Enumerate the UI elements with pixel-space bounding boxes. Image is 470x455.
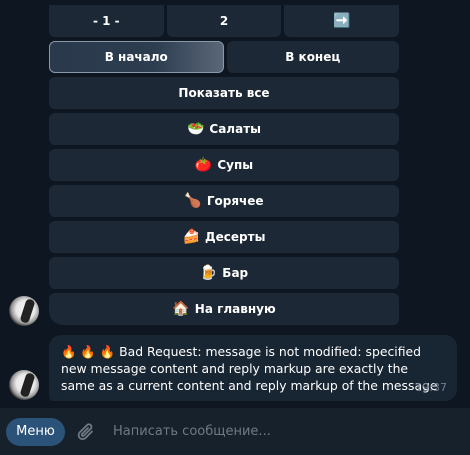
message-input[interactable]: Написать сообщение...	[113, 424, 470, 439]
soups-label: Супы	[217, 158, 254, 172]
keyboard-row-bar: 🍺 Бар	[49, 257, 399, 289]
desserts-label: Десерты	[204, 230, 266, 244]
show-all-button[interactable]: Показать все	[49, 77, 399, 109]
arrow-right-icon: ➡️	[332, 13, 351, 29]
desserts-button[interactable]: 🍰 Десерты	[49, 221, 399, 253]
go-end-label: В конец	[285, 50, 341, 64]
chat-area: - 1 - 2 ➡️ В начало В конец Показать все…	[0, 0, 470, 408]
hot-dishes-label: Горячее	[206, 194, 264, 208]
soups-button[interactable]: 🍅 Супы	[49, 149, 399, 181]
page-prev-button[interactable]: - 1 -	[49, 5, 164, 37]
tomato-icon: 🍅	[194, 157, 213, 173]
bar-label: Бар	[222, 266, 249, 280]
keyboard-row-desserts: 🍰 Десерты	[49, 221, 399, 253]
page-next-button[interactable]: ➡️	[284, 5, 400, 37]
keyboard-row-home: 🏠 На главную	[49, 293, 399, 325]
cake-icon: 🍰	[182, 229, 200, 245]
go-end-button[interactable]: В конец	[226, 41, 399, 73]
show-all-label: Показать все	[178, 86, 270, 100]
bot-avatar[interactable]	[9, 370, 39, 400]
salads-button[interactable]: 🥗 Салаты	[49, 113, 399, 145]
menu-button[interactable]: Меню	[6, 417, 65, 446]
menu-button-label: Меню	[16, 424, 55, 439]
hot-dishes-button[interactable]: 🍗 Горячее	[49, 185, 399, 217]
house-icon: 🏠	[172, 301, 190, 317]
salad-icon: 🥗	[186, 121, 205, 137]
go-start-label: В начало	[104, 50, 168, 64]
message-input-placeholder: Написать сообщение...	[113, 424, 271, 439]
keyboard-row-show-all: Показать все	[49, 77, 399, 109]
home-button[interactable]: 🏠 На главную	[49, 293, 399, 325]
beer-icon: 🍺	[199, 265, 218, 281]
message-time: 19:37	[415, 381, 447, 394]
page-current-label: 2	[219, 14, 229, 28]
keyboard-row-soups: 🍅 Супы	[49, 149, 399, 181]
keyboard-row-pagination: - 1 - 2 ➡️	[49, 5, 400, 37]
message-text: Bad Request: message is not modified: sp…	[61, 344, 438, 393]
salads-label: Салаты	[209, 122, 262, 136]
page-current-button[interactable]: 2	[166, 5, 282, 37]
fire-emoji-icons: 🔥 🔥 🔥	[61, 344, 116, 359]
keyboard-row-hot: 🍗 Горячее	[49, 185, 399, 217]
home-label: На главную	[194, 302, 276, 316]
bot-avatar[interactable]	[9, 296, 39, 326]
attach-icon[interactable]	[77, 421, 97, 443]
go-start-button[interactable]: В начало	[49, 41, 224, 73]
message-composer: Меню Написать сообщение...	[0, 408, 470, 455]
keyboard-row-salads: 🥗 Салаты	[49, 113, 399, 145]
error-message-bubble: 🔥 🔥 🔥 Bad Request: message is not modifi…	[49, 335, 457, 401]
drumstick-icon: 🍗	[184, 193, 202, 209]
keyboard-row-nav: В начало В конец	[49, 41, 399, 73]
page-prev-label: - 1 -	[93, 14, 120, 28]
bar-button[interactable]: 🍺 Бар	[49, 257, 399, 289]
